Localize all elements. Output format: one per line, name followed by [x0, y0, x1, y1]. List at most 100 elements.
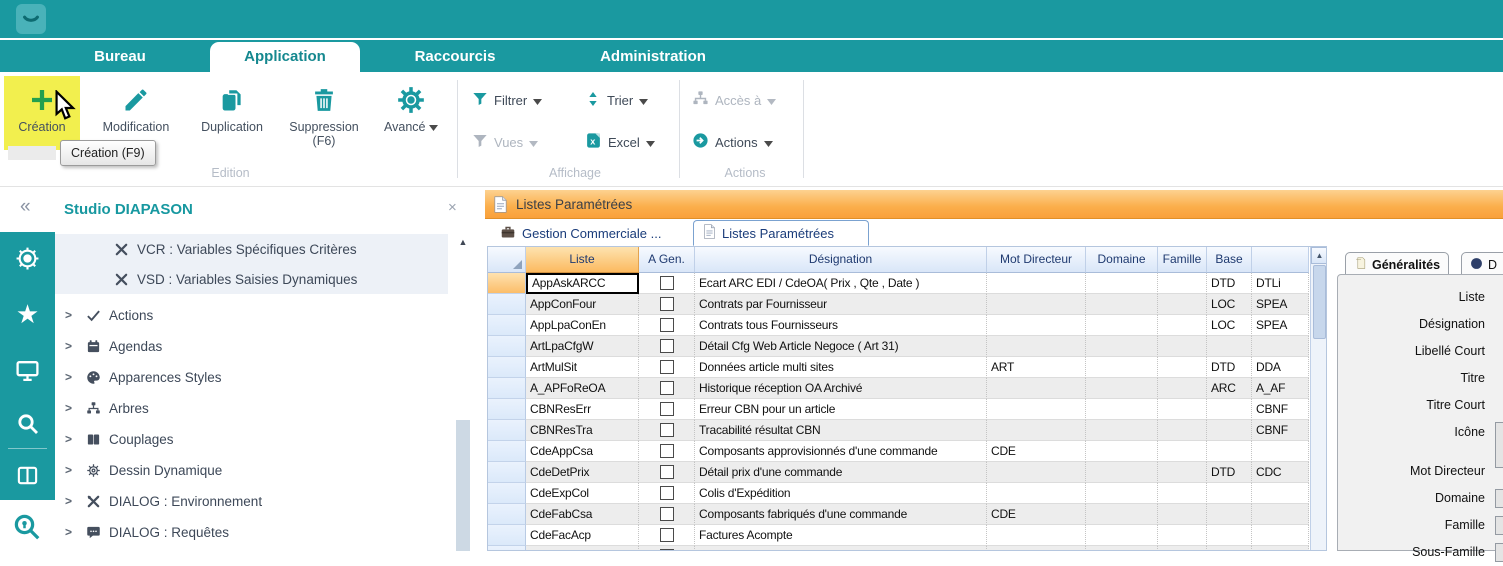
- tree-item-dialog-requetes[interactable]: > DIALOG : Requêtes: [55, 517, 448, 547]
- chevron-down-icon[interactable]: [533, 93, 542, 108]
- cell-designation[interactable]: Composants approvisionnés d'une commande: [695, 441, 987, 462]
- tab-raccourcis[interactable]: Raccourcis: [390, 42, 520, 72]
- tree-item-dialog-environnement[interactable]: > DIALOG : Environnement: [55, 486, 448, 516]
- tree-item-dessin-dynamique[interactable]: > Dessin Dynamique: [55, 455, 448, 485]
- cell-designation[interactable]: Contrats par Fournisseur: [695, 294, 987, 315]
- cell-domaine[interactable]: [1086, 294, 1158, 315]
- tree-item-arbres[interactable]: > Arbres: [55, 393, 448, 423]
- tree-item-couplages[interactable]: > Couplages: [55, 424, 448, 454]
- filtrer-button[interactable]: Filtrer: [472, 88, 577, 112]
- cell-designation[interactable]: Colis d'Expédition: [695, 546, 987, 551]
- chevron-down-icon[interactable]: [429, 120, 438, 134]
- cell-extra[interactable]: CBNF: [1252, 399, 1309, 420]
- cell-extra[interactable]: CDC: [1252, 462, 1309, 483]
- cell-base[interactable]: [1207, 420, 1252, 441]
- checkbox[interactable]: [660, 507, 674, 521]
- scrollbar-thumb[interactable]: [1313, 265, 1326, 339]
- cell-designation[interactable]: Colis d'Expédition: [695, 483, 987, 504]
- cell-mot-directeur[interactable]: [987, 336, 1086, 357]
- cell-famille[interactable]: [1158, 546, 1207, 551]
- cell-mot-directeur[interactable]: [987, 483, 1086, 504]
- column-header-designation[interactable]: Désignation: [695, 247, 987, 273]
- checkbox[interactable]: [660, 444, 674, 458]
- row-header[interactable]: [488, 525, 526, 546]
- checkbox[interactable]: [660, 276, 674, 290]
- checkbox[interactable]: [660, 528, 674, 542]
- row-header[interactable]: [488, 399, 526, 420]
- cell-mot-directeur[interactable]: CDE: [987, 441, 1086, 462]
- cell-famille[interactable]: [1158, 336, 1207, 357]
- cell-famille[interactable]: [1158, 525, 1207, 546]
- cell-base[interactable]: DTD: [1207, 462, 1252, 483]
- cell-mot-directeur[interactable]: [987, 294, 1086, 315]
- cell-liste[interactable]: AppLpaConEn: [526, 315, 639, 336]
- tab-bureau[interactable]: Bureau: [45, 42, 195, 72]
- cell-famille[interactable]: [1158, 294, 1207, 315]
- cell-designation[interactable]: Données article multi sites: [695, 357, 987, 378]
- checkbox[interactable]: [660, 360, 674, 374]
- column-header-base[interactable]: Base: [1207, 247, 1252, 273]
- column-header-liste[interactable]: Liste: [526, 247, 639, 273]
- row-header[interactable]: [488, 462, 526, 483]
- cell-domaine[interactable]: [1086, 462, 1158, 483]
- row-header[interactable]: [488, 483, 526, 504]
- column-header-a-gen[interactable]: A Gen.: [639, 247, 695, 273]
- cell-extra[interactable]: DDA: [1252, 357, 1309, 378]
- checkbox[interactable]: [660, 318, 674, 332]
- cell-mot-directeur[interactable]: CDE: [987, 504, 1086, 525]
- cell-a-gen[interactable]: [639, 420, 695, 441]
- actions-button[interactable]: Actions: [692, 130, 792, 154]
- chevron-right-icon[interactable]: >: [55, 401, 85, 415]
- columns-icon[interactable]: [0, 453, 55, 497]
- cell-mot-directeur[interactable]: [987, 378, 1086, 399]
- cell-a-gen[interactable]: [639, 399, 695, 420]
- sidebar-close-icon[interactable]: ×: [448, 199, 457, 216]
- chevron-down-icon[interactable]: [764, 135, 773, 150]
- cell-base[interactable]: [1207, 504, 1252, 525]
- cell-domaine[interactable]: [1086, 273, 1158, 294]
- row-header[interactable]: [488, 294, 526, 315]
- cell-designation[interactable]: Contrats tous Fournisseurs: [695, 315, 987, 336]
- cell-mot-directeur[interactable]: [987, 399, 1086, 420]
- vues-button[interactable]: Vues: [472, 130, 577, 154]
- row-header[interactable]: [488, 273, 526, 294]
- cell-domaine[interactable]: [1086, 357, 1158, 378]
- tab-d-partial[interactable]: D: [1461, 252, 1503, 276]
- domaine-input-fragment[interactable]: [1495, 489, 1503, 508]
- cell-a-gen[interactable]: [639, 336, 695, 357]
- cell-base[interactable]: [1207, 399, 1252, 420]
- sidebar-scrollbar[interactable]: ▲: [455, 234, 471, 551]
- cell-liste[interactable]: CdeFabCsa: [526, 504, 639, 525]
- cell-designation[interactable]: Historique réception OA Archivé: [695, 378, 987, 399]
- tab-administration[interactable]: Administration: [553, 42, 753, 72]
- cell-liste[interactable]: CdeDetPrix: [526, 462, 639, 483]
- cell-designation[interactable]: Factures Acompte: [695, 525, 987, 546]
- chevron-right-icon[interactable]: >: [55, 339, 85, 353]
- trier-button[interactable]: Trier: [585, 88, 680, 112]
- cell-liste[interactable]: CBNResTra: [526, 420, 639, 441]
- cell-mot-directeur[interactable]: [987, 462, 1086, 483]
- app-logo-icon[interactable]: [16, 4, 46, 34]
- row-header[interactable]: [488, 357, 526, 378]
- doc-tab-listes-parametrees[interactable]: Listes Paramétrées: [693, 220, 869, 246]
- excel-button[interactable]: x Excel: [585, 130, 680, 154]
- cell-a-gen[interactable]: [639, 294, 695, 315]
- cell-a-gen[interactable]: [639, 441, 695, 462]
- cell-extra[interactable]: SPEA: [1252, 294, 1309, 315]
- cell-liste[interactable]: CdeFacAcp: [526, 525, 639, 546]
- tree-item-vsd[interactable]: VSD : Variables Saisies Dynamiques: [55, 264, 448, 294]
- chevron-right-icon[interactable]: >: [55, 370, 85, 384]
- cell-mot-directeur[interactable]: [987, 525, 1086, 546]
- checkbox[interactable]: [660, 465, 674, 479]
- chevron-right-icon[interactable]: >: [55, 463, 85, 477]
- row-header[interactable]: [488, 441, 526, 462]
- cell-base[interactable]: [1207, 441, 1252, 462]
- avance-button[interactable]: Avancé: [374, 76, 448, 150]
- cell-domaine[interactable]: [1086, 378, 1158, 399]
- checkbox[interactable]: [660, 297, 674, 311]
- column-header-famille[interactable]: Famille: [1158, 247, 1207, 273]
- cell-a-gen[interactable]: [639, 357, 695, 378]
- tab-application[interactable]: Application: [210, 42, 360, 74]
- select-all-header[interactable]: [488, 247, 526, 273]
- row-header[interactable]: [488, 420, 526, 441]
